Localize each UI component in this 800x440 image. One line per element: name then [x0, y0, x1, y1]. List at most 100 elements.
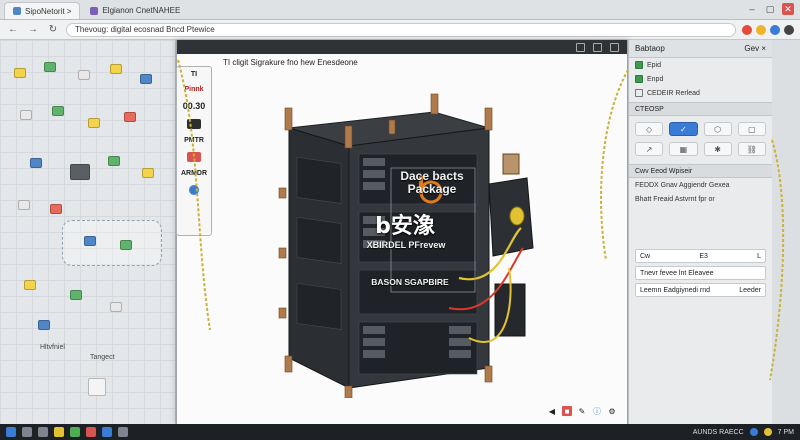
canvas-node[interactable] — [110, 302, 122, 312]
canvas-node[interactable] — [140, 74, 152, 84]
tool-shield-icon[interactable]: ◇ — [635, 122, 664, 136]
close-icon[interactable]: ✕ — [782, 3, 794, 15]
canvas-node[interactable] — [20, 110, 32, 120]
taskbar-app-icon[interactable] — [86, 427, 96, 437]
inspector-field[interactable]: Tnevr fevee lnt Eleavee — [635, 266, 766, 280]
side-card-value: 00.30 — [182, 101, 206, 111]
volume-icon[interactable] — [763, 428, 772, 436]
tool-square-icon[interactable]: ▢ — [737, 122, 766, 136]
edit-icon[interactable]: ✎ — [577, 406, 587, 416]
inspector-row[interactable]: Epid — [629, 58, 772, 72]
canvas-node[interactable] — [110, 64, 122, 74]
side-card-label: PMTR — [184, 137, 204, 144]
product-sub-label: XBIRDEL PFrevew — [366, 240, 446, 250]
tool-check-icon[interactable]: ✓ — [669, 122, 698, 136]
network-icon[interactable] — [749, 428, 758, 436]
tool-arrow-icon[interactable]: ↗ — [635, 142, 664, 156]
canvas-node[interactable] — [44, 62, 56, 72]
tool-hex-icon[interactable]: ⬡ — [703, 122, 732, 136]
canvas-node[interactable] — [124, 112, 136, 122]
canvas-node[interactable] — [142, 168, 154, 178]
side-card-chip-icon — [187, 152, 201, 162]
canvas-node[interactable] — [30, 158, 42, 168]
settings-icon[interactable]: ⚙ — [607, 406, 617, 416]
browser-tab[interactable]: Elgianon CnetNAHEE — [82, 2, 188, 19]
extension-icons — [742, 24, 794, 35]
preview-bottom-tools: ◀ ■ ✎ ⓘ ⚙ — [547, 406, 617, 416]
os-taskbar: AUNDS RAECC 7 PM — [0, 424, 800, 440]
checkbox-unchecked[interactable] — [635, 89, 643, 97]
inspector-field[interactable]: Leemn Eadgiynedi rnd Leeder — [635, 283, 766, 297]
canvas-node[interactable] — [24, 280, 36, 290]
start-icon[interactable] — [6, 427, 16, 437]
canvas-node[interactable] — [14, 68, 26, 78]
inspector-section: Cwv Eeod Wpiseir — [629, 164, 772, 178]
inspector-header-action[interactable]: Gev × — [744, 44, 766, 53]
forward-icon[interactable]: → — [26, 23, 40, 37]
product-foot-label: BASON SGAPBIRE — [371, 277, 449, 287]
inspector-panel: Babtaop Gev × Epid Enpd CEDEIR Rerlead C… — [628, 40, 772, 424]
checkbox-checked[interactable] — [635, 61, 643, 69]
canvas-node[interactable] — [50, 204, 62, 214]
browser-tab-active[interactable]: SipoNetorit > — [4, 2, 81, 19]
canvas-node[interactable] — [88, 118, 100, 128]
preview-title: TI cligit Sigrakure fno hew Enesdeone — [223, 58, 358, 67]
product-cn-label: b安潒 — [375, 214, 435, 239]
minimize-icon[interactable]: – — [746, 3, 758, 15]
checkbox-checked[interactable] — [635, 75, 643, 83]
taskbar-app-icon[interactable] — [70, 427, 80, 437]
canvas-node[interactable] — [70, 164, 90, 180]
canvas-node[interactable] — [52, 106, 64, 116]
canvas-node[interactable] — [108, 156, 120, 166]
record-icon[interactable]: ■ — [562, 406, 572, 416]
tool-link-icon[interactable]: ⛓ — [737, 142, 766, 156]
window-controls: – ▢ ✕ — [746, 3, 794, 15]
info-icon[interactable]: ⓘ — [592, 406, 602, 416]
taskbar-app-icon[interactable] — [118, 427, 128, 437]
preview-minimize-icon[interactable] — [576, 42, 585, 52]
right-edge-strip — [772, 40, 800, 424]
extension-yellow-icon[interactable] — [756, 24, 766, 35]
taskbar-app-icon[interactable] — [22, 427, 32, 437]
inspector-icon-grid: ◇ ✓ ⬡ ▢ ↗ ▦ ✱ ⛓ — [629, 116, 772, 162]
side-info-card[interactable]: TI Pinnk 00.30 PMTR ARMDR — [176, 66, 212, 236]
preview-maximize-icon[interactable] — [593, 42, 602, 52]
tab-label: Elgianon CnetNAHEE — [102, 6, 181, 15]
tool-grid-icon[interactable]: ▦ — [669, 142, 698, 156]
clock-time[interactable]: 7 PM — [778, 429, 794, 436]
extension-red-icon[interactable] — [742, 24, 752, 35]
prev-icon[interactable]: ◀ — [547, 406, 557, 416]
taskbar-tray: AUNDS RAECC 7 PM — [693, 428, 794, 436]
taskbar-folder-icon[interactable] — [54, 427, 64, 437]
side-card-chip-icon — [187, 119, 201, 129]
canvas-node[interactable] — [120, 240, 132, 250]
canvas-node[interactable] — [18, 200, 30, 210]
canvas-node[interactable] — [78, 70, 90, 80]
menu-icon[interactable] — [784, 24, 794, 35]
back-icon[interactable]: ← — [6, 23, 20, 37]
preview-close-icon[interactable] — [610, 42, 619, 52]
canvas-node[interactable] — [70, 290, 82, 300]
inspector-title: Babtaop — [635, 44, 665, 53]
tab-label: SipoNetorit > — [25, 6, 72, 16]
canvas-node[interactable] — [84, 236, 96, 246]
left-workspace[interactable]: Hltvfniel Tangect — [0, 40, 176, 424]
inspector-field[interactable]: Cw E3 L — [635, 249, 766, 263]
side-card-chip-icon — [189, 185, 199, 195]
canvas-node[interactable] — [38, 320, 50, 330]
tool-star-icon[interactable]: ✱ — [703, 142, 732, 156]
taskbar-app-icon[interactable] — [102, 427, 112, 437]
address-text: Thevoug: digital ecosnad Bncd Ptewice — [75, 25, 215, 34]
tab-favicon-icon — [90, 6, 99, 15]
flow-group[interactable] — [62, 220, 162, 266]
reload-icon[interactable]: ↻ — [46, 23, 60, 37]
inspector-row[interactable]: CEDEIR Rerlead — [629, 86, 772, 100]
inspector-header: Babtaop Gev × — [629, 40, 772, 58]
taskbar-app-icon[interactable] — [38, 427, 48, 437]
inspector-row[interactable]: Enpd — [629, 72, 772, 86]
tray-text: AUNDS RAECC — [692, 428, 744, 436]
extension-blue-icon[interactable] — [770, 24, 780, 35]
address-bar[interactable]: Thevoug: digital ecosnad Bncd Ptewice — [66, 22, 736, 37]
cursor-tool-icon[interactable] — [88, 378, 106, 396]
maximize-icon[interactable]: ▢ — [764, 3, 776, 15]
